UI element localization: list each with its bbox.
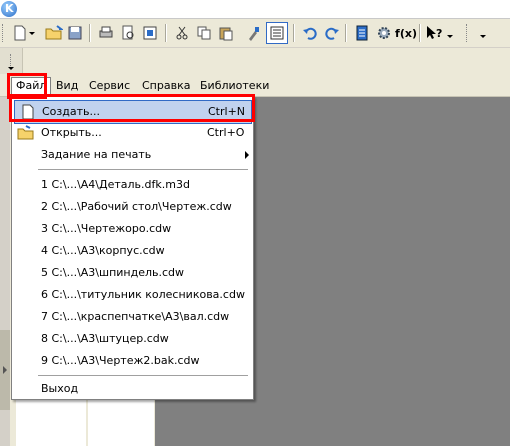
menu-libraries[interactable]: Библиотеки (196, 78, 273, 94)
recent-file-item[interactable]: 8 C:\...\А3\штуцер.cdw (12, 328, 253, 350)
print-icon[interactable] (95, 22, 117, 44)
new-dropdown-arrow-icon[interactable] (27, 22, 37, 44)
recent-file-label: 5 C:\...\А3\шпиндель.cdw (41, 266, 185, 279)
open-folder-icon (17, 125, 34, 141)
properties-icon[interactable] (266, 22, 288, 44)
toolbar-overflow-icon[interactable] (446, 22, 454, 44)
secondary-toolbar-grip[interactable] (0, 48, 23, 74)
recent-file-item[interactable]: 5 C:\...\А3\шпиндель.cdw (12, 262, 253, 284)
menu-item-print-job[interactable]: Задание на печать (12, 144, 253, 166)
gear-icon[interactable] (373, 22, 395, 44)
recent-file-item[interactable]: 2 C:\...\Рабочий стол\Чертеж.cdw (12, 196, 253, 218)
export-icon[interactable] (139, 22, 161, 44)
toolbar2-grip[interactable] (466, 24, 470, 42)
help-pointer-icon[interactable]: ? (423, 22, 445, 44)
menu-service[interactable]: Сервис (85, 78, 134, 94)
recent-file-label: 4 C:\...\А3\корпус.cdw (41, 244, 165, 257)
submenu-arrow-icon (245, 151, 249, 159)
recent-file-item[interactable]: 4 C:\...\А3\корпус.cdw (12, 240, 253, 262)
recent-file-label: 3 C:\...\Чертежоро.cdw (41, 222, 172, 235)
recent-file-label: 8 C:\...\А3\штуцер.cdw (41, 332, 169, 345)
open-shortcut: Ctrl+O (207, 126, 245, 139)
function-icon[interactable]: f(x) (395, 22, 417, 44)
recent-file-item[interactable]: 1 C:\...\А4\Деталь.dfk.m3d (12, 174, 253, 196)
cut-icon[interactable] (171, 22, 193, 44)
recent-file-label: 7 C:\...\краспепчатке\А3\вал.cdw (41, 310, 230, 323)
standard-toolbar: f(x) ? (0, 19, 510, 48)
menu-item-exit[interactable]: Выход (12, 378, 253, 400)
recent-file-label: 1 C:\...\А4\Деталь.dfk.m3d (41, 178, 190, 191)
recent-file-label: 9 C:\...\А3\Чертеж2.bak.cdw (41, 354, 200, 367)
secondary-toolbar (0, 48, 510, 74)
recent-file-item[interactable]: 6 C:\...\титульник колесникова.cdw (12, 284, 253, 306)
toolbar-grip[interactable] (2, 24, 6, 42)
sidebar-collapse-button[interactable] (0, 330, 10, 410)
recent-file-item[interactable]: 3 C:\...\Чертежоро.cdw (12, 218, 253, 240)
redo-icon[interactable] (321, 22, 343, 44)
print-job-label: Задание на печать (41, 148, 152, 161)
print-preview-icon[interactable] (117, 22, 139, 44)
paste-icon[interactable] (215, 22, 237, 44)
menu-item-open[interactable]: Открыть... Ctrl+O (12, 122, 253, 144)
menu-separator (38, 169, 248, 170)
file-menu-dropdown: Создать... Ctrl+N Открыть... Ctrl+O Зада… (11, 96, 254, 400)
recent-file-item[interactable]: 9 C:\...\А3\Чертеж2.bak.cdw (12, 350, 253, 372)
format-brush-icon[interactable] (243, 22, 265, 44)
recent-file-label: 2 C:\...\Рабочий стол\Чертеж.cdw (41, 200, 232, 213)
exit-label: Выход (41, 382, 79, 395)
copy-icon[interactable] (193, 22, 215, 44)
svg-text:?: ? (436, 27, 442, 40)
open-folder-icon[interactable] (43, 22, 65, 44)
menu-view[interactable]: Вид (52, 78, 82, 94)
kompas-app-icon[interactable] (1, 1, 17, 17)
menu-help[interactable]: Справка (138, 78, 194, 94)
annotation-highlight-create-item (9, 94, 255, 122)
undo-icon[interactable] (299, 22, 321, 44)
save-icon[interactable] (64, 22, 86, 44)
open-label: Открыть... (41, 126, 102, 139)
manager-icon[interactable] (351, 22, 373, 44)
title-bar (0, 0, 510, 19)
recent-file-item[interactable]: 7 C:\...\краспепчатке\А3\вал.cdw (12, 306, 253, 328)
toolbar2-overflow-icon[interactable] (478, 22, 488, 44)
menu-separator (38, 375, 248, 376)
recent-file-label: 6 C:\...\титульник колесникова.cdw (41, 288, 245, 301)
